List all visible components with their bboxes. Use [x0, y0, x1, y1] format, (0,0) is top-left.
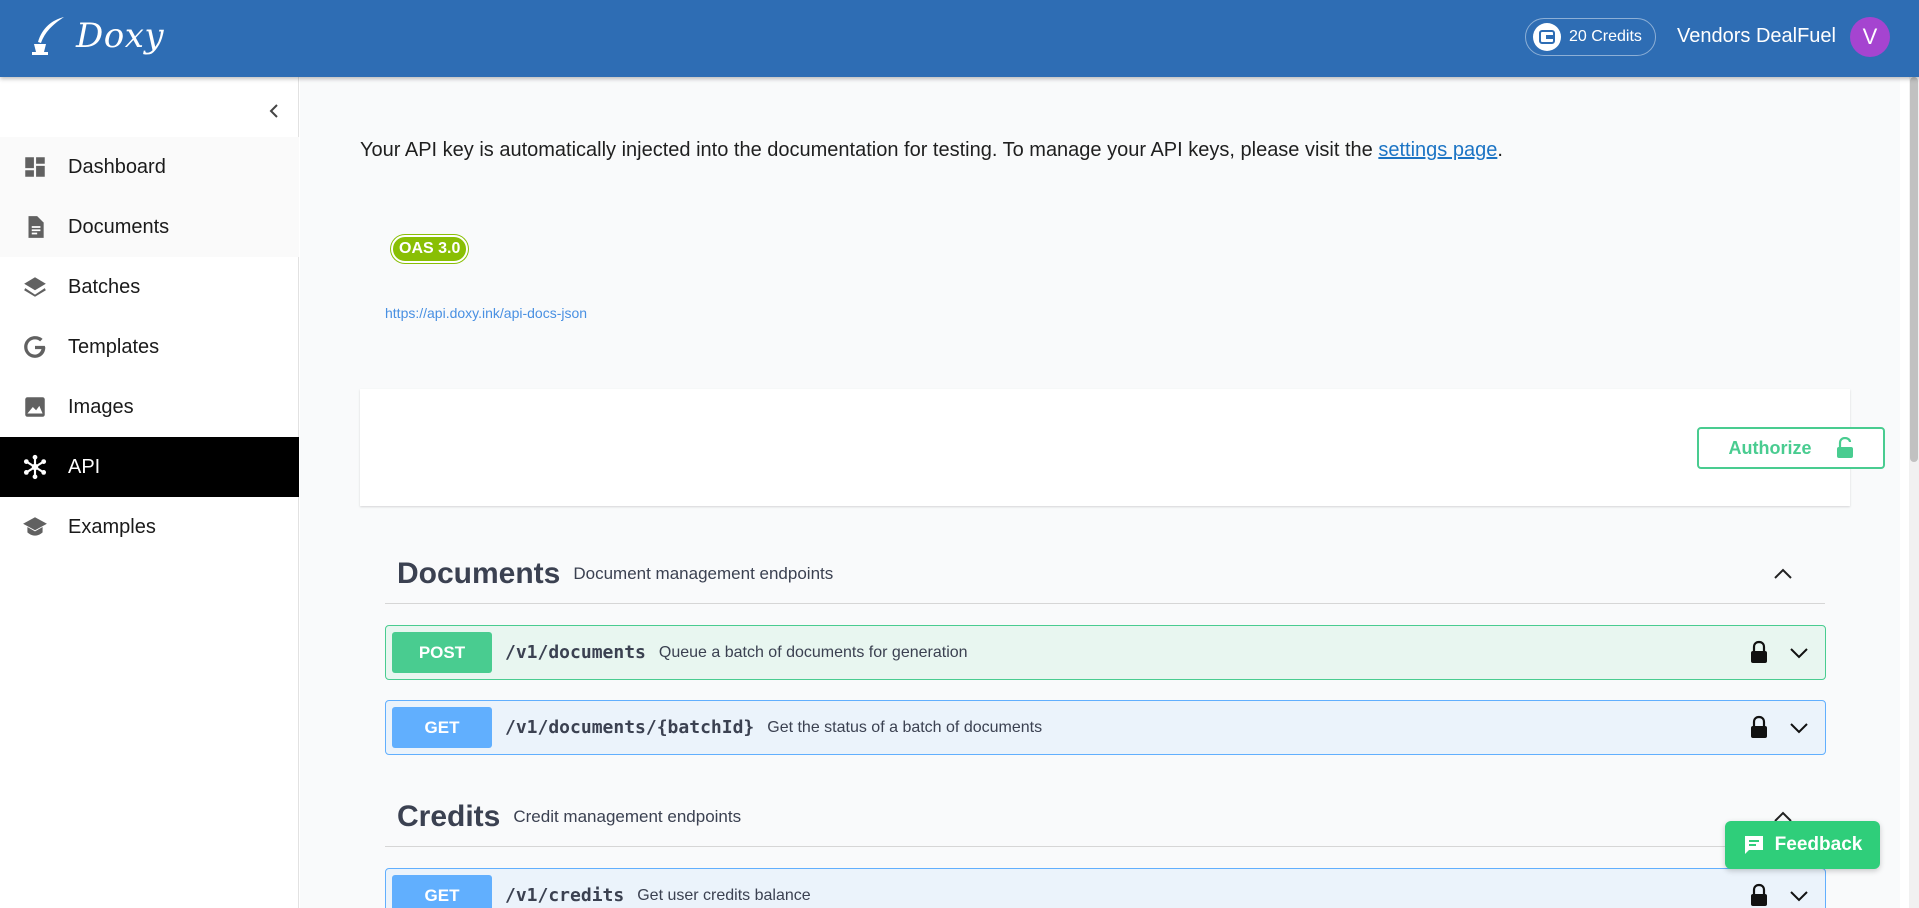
logo-text: Doxy	[76, 16, 165, 56]
operation-get-documents-batch[interactable]: GET /v1/documents/{batchId} Get the stat…	[385, 700, 1826, 755]
sidebar-item-label: API	[68, 455, 101, 478]
collapse-sidebar-button[interactable]	[262, 99, 286, 123]
sidebar-item-label: Documents	[68, 215, 170, 238]
image-icon	[25, 397, 45, 417]
user-name[interactable]: Vendors DealFuel	[1677, 25, 1836, 48]
lock-icon[interactable]	[1749, 640, 1769, 664]
document-icon	[28, 216, 44, 238]
section-title: Documents	[397, 556, 561, 590]
notice-text: Your API key is automatically injected i…	[360, 139, 1379, 161]
operation-summary: Get user credits balance	[637, 886, 811, 904]
logo[interactable]: Doxy	[28, 14, 164, 58]
authorize-wrapper: Authorize	[360, 389, 1885, 506]
sidebar-nav: Dashboard Documents Batches Templates Im…	[0, 137, 299, 557]
settings-page-link[interactable]: settings page	[1378, 139, 1497, 161]
section-description: Document management endpoints	[573, 563, 834, 583]
sidebar-item-dashboard[interactable]: Dashboard	[0, 137, 299, 197]
chevron-down-icon[interactable]	[1787, 716, 1811, 740]
wallet-icon	[1533, 23, 1561, 51]
sidebar: Dashboard Documents Batches Templates Im…	[0, 77, 299, 908]
method-badge: GET	[392, 875, 492, 908]
unlocked-icon	[1836, 437, 1853, 458]
google-icon	[24, 336, 46, 358]
operation-get-credits[interactable]: GET /v1/credits Get user credits balance	[385, 868, 1826, 908]
sidebar-item-label: Images	[68, 395, 134, 418]
avatar[interactable]: V	[1850, 17, 1890, 57]
operation-post-documents[interactable]: POST /v1/documents Queue a batch of docu…	[385, 625, 1826, 680]
authorize-label: Authorize	[1728, 437, 1812, 458]
credits-label: 20 Credits	[1569, 28, 1642, 45]
oas-version-badge: OAS 3.0	[391, 235, 469, 263]
sidebar-item-batches[interactable]: Batches	[0, 257, 299, 317]
operation-path: /v1/documents/{batchId}	[505, 717, 755, 738]
dashboard-icon	[25, 157, 45, 177]
authorize-button[interactable]: Authorize	[1697, 427, 1885, 469]
sidebar-item-label: Templates	[68, 335, 160, 358]
method-badge: GET	[392, 707, 492, 748]
operation-path: /v1/credits	[505, 885, 625, 906]
api-hub-icon	[23, 454, 47, 480]
top-app-bar: Doxy 20 Credits Vendors DealFuel V	[0, 0, 1919, 77]
sidebar-item-documents[interactable]: Documents	[0, 197, 299, 257]
section-description: Credit management endpoints	[513, 806, 742, 826]
layers-icon	[24, 277, 46, 297]
section-documents-header[interactable]: Documents Document management endpoints	[385, 544, 1825, 604]
school-icon	[23, 517, 47, 536]
section-title: Credits	[397, 799, 501, 833]
quill-icon	[32, 17, 64, 55]
sidebar-item-examples[interactable]: Examples	[0, 497, 299, 557]
sidebar-item-images[interactable]: Images	[0, 377, 299, 437]
sidebar-item-api[interactable]: API	[0, 437, 299, 497]
page-scrollbar[interactable]	[1909, 77, 1919, 908]
operation-summary: Get the status of a batch of documents	[767, 718, 1043, 736]
feedback-button[interactable]: Feedback	[1725, 821, 1880, 869]
lock-icon[interactable]	[1749, 715, 1769, 739]
main-content: Your API key is automatically injected i…	[300, 77, 1900, 908]
sidebar-item-templates[interactable]: Templates	[0, 317, 299, 377]
credits-button[interactable]: 20 Credits	[1525, 18, 1656, 56]
operation-path: /v1/documents	[505, 642, 646, 663]
sidebar-item-label: Dashboard	[68, 155, 166, 178]
chevron-down-icon[interactable]	[1787, 641, 1811, 665]
spec-url-link[interactable]: https://api.doxy.ink/api-docs-json	[385, 305, 587, 321]
feedback-icon	[1744, 836, 1763, 854]
sidebar-item-label: Batches	[68, 275, 141, 298]
api-key-notice: Your API key is automatically injected i…	[360, 139, 1503, 162]
operation-summary: Queue a batch of documents for generatio…	[658, 643, 968, 661]
chevron-down-icon[interactable]	[1787, 884, 1811, 908]
feedback-label: Feedback	[1774, 834, 1863, 855]
lock-icon[interactable]	[1749, 883, 1769, 907]
section-credits-header[interactable]: Credits Credit management endpoints	[385, 787, 1825, 847]
notice-suffix: .	[1497, 139, 1503, 161]
chevron-left-icon	[269, 104, 278, 118]
scrollbar-thumb[interactable]	[1910, 77, 1918, 462]
sidebar-item-label: Examples	[68, 515, 156, 538]
chevron-up-icon[interactable]	[1771, 562, 1795, 586]
method-badge: POST	[392, 632, 492, 673]
